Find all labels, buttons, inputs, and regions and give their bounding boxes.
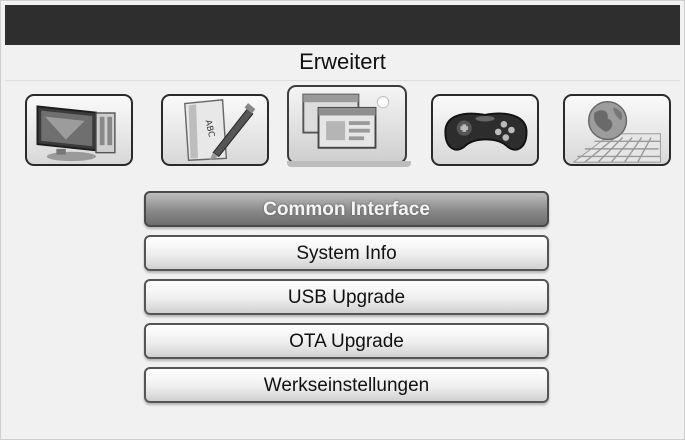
tab-network[interactable]: [563, 94, 671, 166]
page-title: Erweitert: [299, 49, 386, 74]
tab-advanced[interactable]: [287, 85, 407, 164]
abc-book-pen-icon: ABC: [184, 98, 256, 161]
menu-item-common-interface[interactable]: Common Interface: [144, 191, 549, 227]
windows-panels-icon: [302, 93, 390, 149]
tv-monitor-icon: [36, 105, 116, 162]
advanced-menu: Common Interface System Info USB Upgrade…: [144, 191, 549, 411]
gamepad-icon: [444, 112, 528, 151]
title-divider: [5, 80, 680, 82]
menu-item-system-info[interactable]: System Info: [144, 235, 549, 271]
menu-item-factory-reset[interactable]: Werkseinstellungen: [144, 367, 549, 403]
tab-picture[interactable]: [25, 94, 133, 166]
menu-item-ota-upgrade[interactable]: OTA Upgrade: [144, 323, 549, 359]
tab-games[interactable]: [431, 94, 539, 166]
category-icon-bar: ABC: [1, 85, 684, 166]
globe-network-icon: [572, 100, 661, 163]
tab-language[interactable]: ABC: [161, 94, 269, 166]
selected-tab-base: [287, 161, 411, 167]
menu-item-usb-upgrade[interactable]: USB Upgrade: [144, 279, 549, 315]
screen: Erweitert ABC Common Interface System In…: [0, 0, 685, 440]
top-bar: [5, 5, 680, 45]
